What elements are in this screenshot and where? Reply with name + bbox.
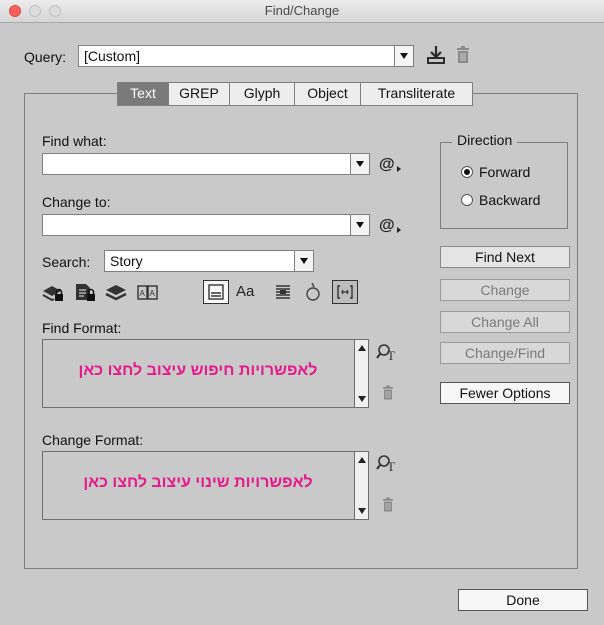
- query-label: Query:: [24, 49, 67, 65]
- search-label: Search:: [42, 254, 91, 270]
- direction-group: [440, 142, 568, 229]
- kana-sensitive-icon[interactable]: [303, 280, 323, 304]
- at-sign-menu-icon[interactable]: @: [378, 214, 402, 236]
- scroll-up-icon[interactable]: [357, 344, 367, 352]
- svg-text:@: @: [379, 217, 395, 234]
- search-scope-select[interactable]: Story: [104, 250, 314, 272]
- query-value: [Custom]: [84, 48, 141, 64]
- change-find-button[interactable]: Change/Find: [440, 342, 570, 364]
- forward-label: Forward: [479, 164, 531, 180]
- svg-text:A: A: [150, 289, 156, 298]
- specify-change-format-icon[interactable]: T: [376, 453, 400, 475]
- change-to-input[interactable]: [42, 214, 370, 236]
- include-footnotes-icon[interactable]: [203, 280, 229, 304]
- scroll-down-icon[interactable]: [357, 395, 367, 403]
- trash-icon[interactable]: [381, 497, 395, 513]
- svg-text:T: T: [387, 348, 395, 363]
- svg-text:A: A: [140, 289, 146, 298]
- done-button[interactable]: Done: [458, 589, 588, 611]
- chevron-down-icon: [350, 215, 369, 235]
- change-format-label: Change Format:: [42, 432, 144, 448]
- backward-label: Backward: [479, 192, 541, 208]
- query-select[interactable]: [Custom]: [78, 45, 414, 67]
- include-hidden-layers-icon[interactable]: [103, 281, 129, 303]
- find-format-hint: לאפשרויות חיפוש עיצוב לחצו כאן: [78, 362, 318, 379]
- chevron-down-icon: [394, 46, 413, 66]
- tab-text[interactable]: Text: [118, 83, 168, 105]
- scroll-up-icon[interactable]: [357, 456, 367, 464]
- change-all-button[interactable]: Change All: [440, 311, 570, 333]
- backward-radio[interactable]: [461, 194, 473, 206]
- find-format-box[interactable]: לאפשרויות חיפוש עיצוב לחצו כאן: [42, 339, 369, 408]
- svg-text:T: T: [387, 459, 395, 474]
- trash-icon[interactable]: [454, 45, 472, 65]
- tab-object[interactable]: Object: [294, 83, 360, 105]
- include-locked-layers-icon[interactable]: [40, 281, 66, 303]
- find-format-label: Find Format:: [42, 320, 122, 336]
- scroll-down-icon[interactable]: [357, 507, 367, 515]
- title-bar: Find/Change: [0, 0, 604, 23]
- tab-transliterate[interactable]: Transliterate: [360, 83, 472, 105]
- window-title: Find/Change: [264, 3, 340, 18]
- at-sign-menu-icon[interactable]: @: [378, 153, 402, 175]
- forward-radio[interactable]: [461, 166, 473, 178]
- save-query-icon[interactable]: [425, 44, 447, 66]
- find-format-scrollbar[interactable]: [354, 340, 368, 407]
- find-what-input[interactable]: [42, 153, 370, 175]
- change-format-box[interactable]: לאפשרויות שינוי עיצוב לחצו כאן: [42, 451, 369, 520]
- whole-word-icon[interactable]: [271, 281, 295, 303]
- tab-grep[interactable]: GREP: [168, 83, 229, 105]
- change-to-label: Change to:: [42, 194, 111, 210]
- full-half-width-icon[interactable]: [332, 280, 358, 304]
- specify-find-format-icon[interactable]: T: [376, 342, 400, 364]
- find-what-label: Find what:: [42, 133, 107, 149]
- tab-glyph[interactable]: Glyph: [229, 83, 294, 105]
- change-format-scrollbar[interactable]: [354, 452, 368, 519]
- include-locked-stories-icon[interactable]: [72, 281, 98, 303]
- svg-text:@: @: [379, 156, 395, 173]
- trash-icon[interactable]: [381, 385, 395, 401]
- chevron-down-icon: [350, 154, 369, 174]
- change-button[interactable]: Change: [440, 279, 570, 301]
- chevron-down-icon: [294, 251, 313, 271]
- case-sensitive-icon[interactable]: Aa: [236, 283, 254, 300]
- change-format-hint: לאפשרויות שינוי עיצוב לחצו כאן: [83, 474, 313, 491]
- find-next-button[interactable]: Find Next: [440, 246, 570, 268]
- include-master-pages-icon[interactable]: A A: [135, 281, 161, 303]
- fewer-options-button[interactable]: Fewer Options: [440, 382, 570, 404]
- direction-title: Direction: [452, 132, 518, 148]
- tab-bar: Text GREP Glyph Object Transliterate: [117, 82, 473, 106]
